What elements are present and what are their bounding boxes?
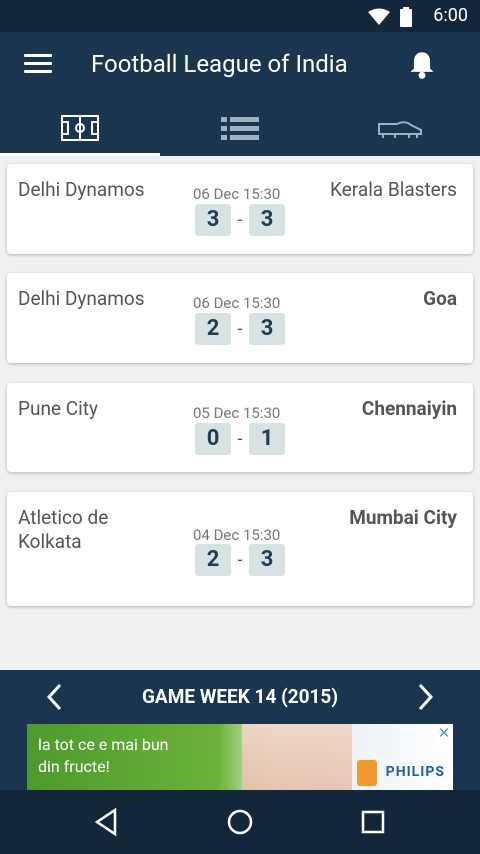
match-card[interactable]: Delhi Dynamos 06 Dec 15:30 3 - 3 Kerala … <box>7 164 473 254</box>
system-nav-bar <box>0 790 480 854</box>
back-icon[interactable] <box>91 806 123 838</box>
away-score: 3 <box>249 544 285 576</box>
home-team: Pune City <box>18 397 98 420</box>
match-card[interactable]: Pune City 05 Dec 15:30 0 - 1 Chennaiyin <box>7 383 473 472</box>
ad-text: la tot ce e mai bun din fructe! <box>38 734 168 778</box>
away-score: 1 <box>249 423 285 455</box>
away-team: Mumbai City <box>349 506 457 529</box>
home-team: Delhi Dynamos <box>18 178 145 201</box>
match-date: 06 Dec 15:30 <box>193 185 281 203</box>
ad-text-line2: din fructe! <box>38 757 110 776</box>
ad-image-juice <box>357 760 377 786</box>
status-time: 6:00 <box>433 5 468 26</box>
app-bar: Football League of India <box>0 32 480 100</box>
score: 2 - 3 <box>195 544 285 576</box>
away-score: 3 <box>249 313 285 345</box>
tab-players[interactable] <box>320 100 480 156</box>
home-team: Atletico de Kolkata <box>18 506 109 553</box>
match-date: 04 Dec 15:30 <box>193 526 281 544</box>
home-score: 3 <box>195 204 231 236</box>
chevron-right-icon[interactable] <box>416 682 436 712</box>
match-date: 05 Dec 15:30 <box>193 404 281 422</box>
home-score: 0 <box>195 423 231 455</box>
page-title: Football League of India <box>91 50 348 78</box>
home-icon[interactable] <box>224 806 256 838</box>
ad-banner[interactable]: la tot ce e mai bun din fructe! PHILIPS … <box>27 724 453 790</box>
game-week-label: GAME WEEK 14 (2015) <box>141 685 338 708</box>
boot-icon <box>378 121 422 138</box>
menu-icon[interactable] <box>24 54 52 78</box>
match-date: 06 Dec 15:30 <box>193 294 281 312</box>
field-icon <box>61 115 99 141</box>
list-icon <box>221 117 259 140</box>
home-score: 2 <box>195 313 231 345</box>
match-list: Delhi Dynamos 06 Dec 15:30 3 - 3 Kerala … <box>0 156 480 670</box>
notification-bell-icon[interactable] <box>408 50 436 80</box>
wifi-icon <box>368 8 390 25</box>
match-card[interactable]: Delhi Dynamos 06 Dec 15:30 2 - 3 Goa <box>7 273 473 363</box>
tab-bar <box>0 100 480 156</box>
ad-text-line1: la tot ce e mai bun <box>38 735 169 754</box>
away-team: Kerala Blasters <box>330 178 457 201</box>
ad-image <box>242 724 352 790</box>
home-team: Delhi Dynamos <box>18 287 145 310</box>
game-week-bar: GAME WEEK 14 (2015) <box>0 670 480 724</box>
home-score: 2 <box>195 544 231 576</box>
score: 0 - 1 <box>195 423 285 455</box>
tab-standings[interactable] <box>160 100 320 156</box>
away-team: Goa <box>423 287 457 310</box>
away-score: 3 <box>249 204 285 236</box>
match-card[interactable]: Atletico de Kolkata 04 Dec 15:30 2 - 3 M… <box>7 492 473 606</box>
recents-icon[interactable] <box>357 806 389 838</box>
status-bar: 6:00 <box>0 0 480 32</box>
away-team: Chennaiyin <box>361 397 457 420</box>
ad-brand: PHILIPS <box>385 764 445 780</box>
ad-area: la tot ce e mai bun din fructe! PHILIPS … <box>0 724 480 790</box>
battery-icon <box>400 7 412 27</box>
score: 3 - 3 <box>195 204 285 236</box>
score: 2 - 3 <box>195 313 285 345</box>
ad-close-icon[interactable]: ✕ <box>435 724 453 742</box>
tab-field[interactable] <box>0 100 160 156</box>
